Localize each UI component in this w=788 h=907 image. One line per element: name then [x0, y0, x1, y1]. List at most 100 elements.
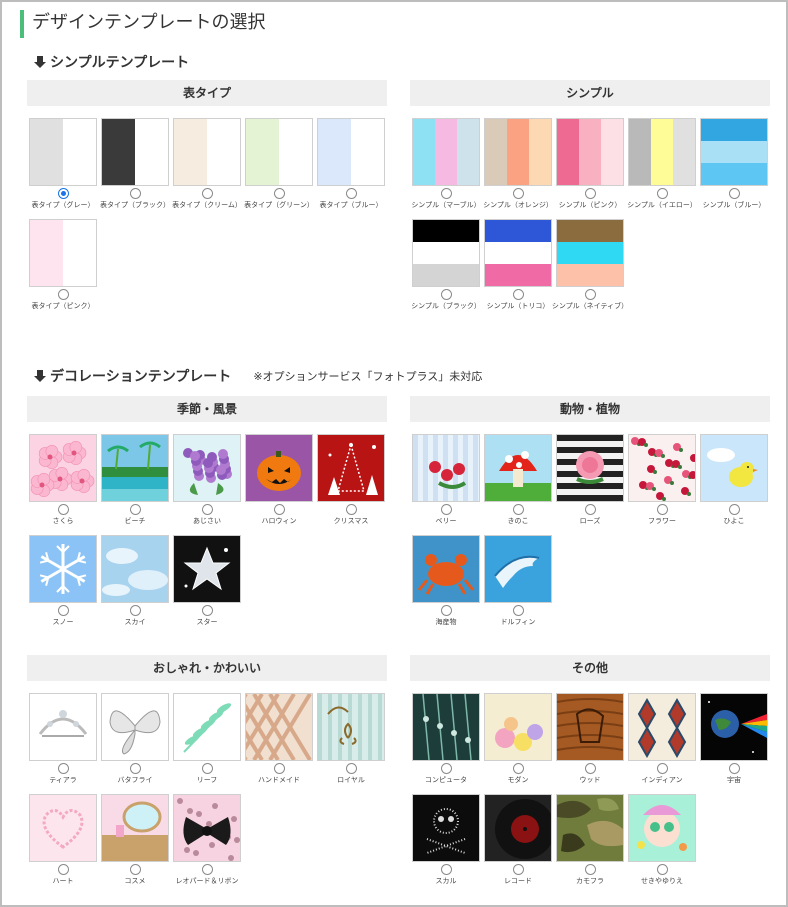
- template-radio[interactable]: [656, 188, 668, 199]
- template-radio[interactable]: [440, 605, 452, 616]
- template-radio[interactable]: [512, 504, 524, 515]
- template-radio[interactable]: [57, 504, 69, 515]
- template-radio[interactable]: [129, 763, 141, 774]
- template-thumbnail[interactable]: [628, 118, 696, 186]
- template-radio[interactable]: [728, 763, 740, 774]
- template-radio[interactable]: [57, 864, 69, 875]
- template-option[interactable]: さくら: [29, 434, 97, 526]
- template-option[interactable]: インディアン: [628, 693, 696, 785]
- template-option[interactable]: ハート: [29, 794, 97, 886]
- template-option[interactable]: クリスマス: [317, 434, 385, 526]
- template-radio[interactable]: [129, 605, 141, 616]
- skull-icon[interactable]: [412, 794, 480, 862]
- template-radio[interactable]: [129, 188, 141, 199]
- template-option[interactable]: あじさい: [173, 434, 241, 526]
- sky-icon[interactable]: [101, 535, 169, 603]
- leopard-ribbon-icon[interactable]: [173, 794, 241, 862]
- template-option[interactable]: ベリー: [412, 434, 480, 526]
- template-radio[interactable]: [440, 188, 452, 199]
- template-thumbnail[interactable]: [556, 118, 624, 186]
- template-radio[interactable]: [512, 763, 524, 774]
- template-option[interactable]: ウッド: [556, 693, 624, 785]
- template-option[interactable]: きのこ: [484, 434, 552, 526]
- cosme-icon[interactable]: [101, 794, 169, 862]
- template-thumbnail[interactable]: [245, 118, 313, 186]
- camo-icon[interactable]: [556, 794, 624, 862]
- template-radio[interactable]: [584, 864, 596, 875]
- space-icon[interactable]: [700, 693, 768, 761]
- template-option[interactable]: 宇宙: [700, 693, 768, 785]
- template-option[interactable]: ローズ: [556, 434, 624, 526]
- template-radio[interactable]: [57, 605, 69, 616]
- template-radio[interactable]: [57, 763, 69, 774]
- template-radio[interactable]: [440, 504, 452, 515]
- template-radio[interactable]: [512, 188, 524, 199]
- template-thumbnail[interactable]: [29, 118, 97, 186]
- template-thumbnail[interactable]: [101, 118, 169, 186]
- template-option[interactable]: ハロウィン: [245, 434, 313, 526]
- template-option[interactable]: 海産物: [412, 535, 480, 627]
- template-option[interactable]: シンプル（マーブル）: [411, 118, 481, 210]
- template-radio[interactable]: [656, 864, 668, 875]
- indian-icon[interactable]: [628, 693, 696, 761]
- chick-icon[interactable]: [700, 434, 768, 502]
- template-option[interactable]: モダン: [484, 693, 552, 785]
- handmade-icon[interactable]: [245, 693, 313, 761]
- template-radio[interactable]: [129, 504, 141, 515]
- template-radio[interactable]: [512, 864, 524, 875]
- crab-icon[interactable]: [412, 535, 480, 603]
- mushroom-icon[interactable]: [484, 434, 552, 502]
- computer-icon[interactable]: [412, 693, 480, 761]
- template-option[interactable]: カモフラ: [556, 794, 624, 886]
- template-option[interactable]: 表タイプ（クリーム）: [172, 118, 242, 210]
- butterfly-icon[interactable]: [101, 693, 169, 761]
- template-option[interactable]: コスメ: [101, 794, 169, 886]
- modern-icon[interactable]: [484, 693, 552, 761]
- template-radio[interactable]: [728, 188, 740, 199]
- template-option[interactable]: シンプル（オレンジ）: [483, 118, 553, 210]
- heart-icon[interactable]: [29, 794, 97, 862]
- wood-icon[interactable]: [556, 693, 624, 761]
- template-radio[interactable]: [584, 289, 596, 300]
- template-thumbnail[interactable]: [556, 219, 624, 287]
- template-thumbnail[interactable]: [29, 219, 97, 287]
- template-radio[interactable]: [440, 289, 452, 300]
- template-thumbnail[interactable]: [317, 118, 385, 186]
- template-option[interactable]: フラワー: [628, 434, 696, 526]
- template-option[interactable]: レコード: [484, 794, 552, 886]
- template-thumbnail[interactable]: [412, 118, 480, 186]
- template-option[interactable]: ロイヤル: [317, 693, 385, 785]
- template-option[interactable]: バタフライ: [101, 693, 169, 785]
- template-radio[interactable]: [273, 504, 285, 515]
- template-radio[interactable]: [201, 504, 213, 515]
- template-radio[interactable]: [201, 763, 213, 774]
- template-radio[interactable]: [57, 188, 69, 199]
- beach-icon[interactable]: [101, 434, 169, 502]
- template-option[interactable]: シンプル（ネイティブ）: [552, 219, 628, 311]
- template-option[interactable]: 表タイプ（ブラック）: [100, 118, 170, 210]
- template-option[interactable]: 表タイプ（ピンク）: [29, 219, 97, 311]
- template-option[interactable]: せきやゆりえ: [628, 794, 696, 886]
- template-radio[interactable]: [440, 864, 452, 875]
- template-radio[interactable]: [273, 188, 285, 199]
- template-option[interactable]: ドルフィン: [484, 535, 552, 627]
- template-thumbnail[interactable]: [484, 219, 552, 287]
- hydrangea-icon[interactable]: [173, 434, 241, 502]
- template-radio[interactable]: [201, 188, 213, 199]
- template-option[interactable]: ハンドメイド: [245, 693, 313, 785]
- leaf-icon[interactable]: [173, 693, 241, 761]
- template-radio[interactable]: [656, 763, 668, 774]
- tiara-icon[interactable]: [29, 693, 97, 761]
- template-radio[interactable]: [512, 605, 524, 616]
- template-thumbnail[interactable]: [412, 219, 480, 287]
- illustration-icon[interactable]: [628, 794, 696, 862]
- berry-icon[interactable]: [412, 434, 480, 502]
- template-option[interactable]: シンプル（ピンク）: [556, 118, 624, 210]
- template-radio[interactable]: [345, 763, 357, 774]
- template-radio[interactable]: [345, 504, 357, 515]
- snowflake-icon[interactable]: [29, 535, 97, 603]
- template-radio[interactable]: [728, 504, 740, 515]
- template-radio[interactable]: [656, 504, 668, 515]
- template-option[interactable]: ひよこ: [700, 434, 768, 526]
- template-thumbnail[interactable]: [700, 118, 768, 186]
